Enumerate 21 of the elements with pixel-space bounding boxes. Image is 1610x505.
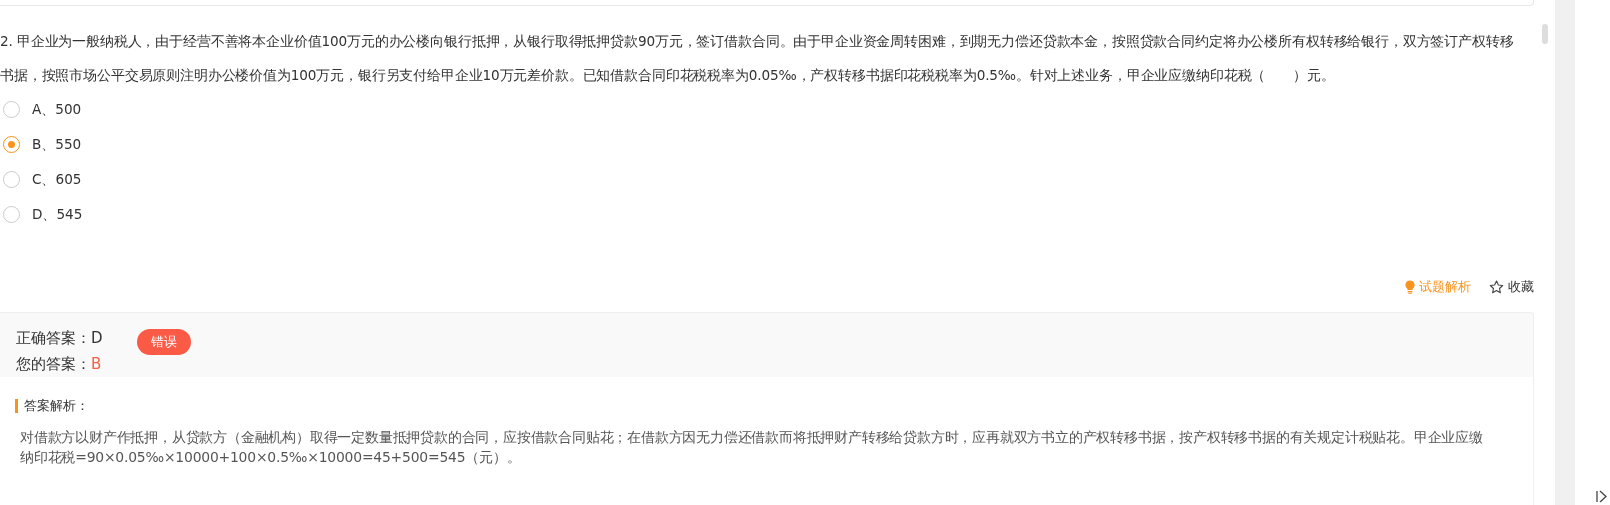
your-answer-value: B	[91, 355, 102, 373]
correct-answer-label: 正确答案：	[16, 329, 91, 347]
option-label[interactable]: A、500	[32, 99, 82, 120]
explanation-title: 答案解析：	[15, 399, 1533, 413]
radio-button[interactable]	[3, 171, 20, 188]
radio-button[interactable]	[3, 136, 20, 153]
question-text: 2. 甲企业为一般纳税人，由于经营不善将本企业价值100万元的办公楼向银行抵押，从银行取得抵押贷款90万元，签订借款合同。由于甲企业资金周转困难，到期无力偿还贷款本金，按照贷款合同约定将办公楼所有权转移给银行，双方签订产权转移 书据，按照市场公平交易原则注明办公楼价值为100万元，银行另支付给甲企业10万元差价款。已知借款合同印花税税率为0.05‰，产权转移书据印花税税率为0.5‰。针对上述业务，甲企业应缴纳印花税（ ）元。	[0, 32, 1515, 85]
option-label[interactable]: B、550	[32, 134, 82, 155]
favorite-link[interactable]: 收藏	[1489, 272, 1534, 302]
result-badge: 错误	[136, 329, 191, 355]
scrollbar-thumb[interactable]	[1542, 24, 1548, 44]
correct-answer-value: D	[91, 329, 103, 347]
radio-button[interactable]	[3, 101, 20, 118]
your-answer-label: 您的答案：	[16, 355, 91, 373]
collapse-icon[interactable]	[1596, 490, 1607, 503]
star-icon	[1489, 280, 1504, 294]
option-label[interactable]: C、605	[32, 169, 82, 190]
explanation-text: 对借款方以财产作抵押，从贷款方（金融机构）取得一定数量抵押贷款的合同，应按借款合同贴花；在借款方因无力偿还借款而将抵押财产转移给贷款方时，应再就双方书立的产权转移书据，按产权转移书据的有关规定计税贴花。甲企业应缴 纳印花税=90×0.05‰×10000+100×0.5‰×10000=45+500=545（元）。	[20, 428, 1484, 467]
lightbulb-icon	[1405, 280, 1415, 294]
radio-button[interactable]	[3, 206, 20, 223]
option-label[interactable]: D、545	[32, 204, 83, 225]
